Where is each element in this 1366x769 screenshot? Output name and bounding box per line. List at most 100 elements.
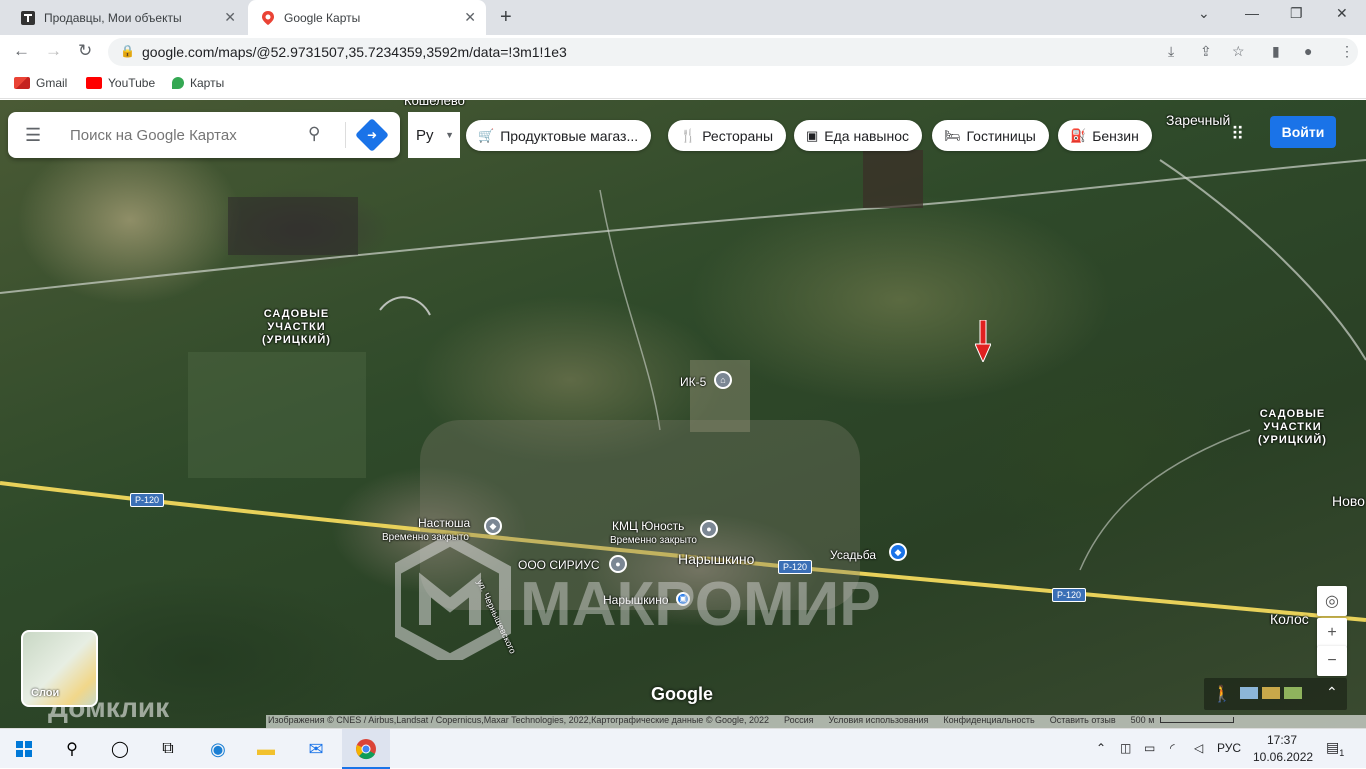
pegman-icon[interactable]: 🚶 xyxy=(1212,684,1232,704)
zoom-in-button[interactable]: + xyxy=(1317,618,1347,648)
chip-restaurants[interactable]: 🍴 Рестораны xyxy=(668,120,787,151)
bookmark-star-icon[interactable]: ☆ xyxy=(1232,43,1245,60)
attribution-bar: Изображения © CNES / Airbus,Landsat / Co… xyxy=(266,715,1366,728)
wifi-icon[interactable]: ◜ xyxy=(1170,741,1175,755)
login-button[interactable]: Войти xyxy=(1270,116,1336,148)
scale-line xyxy=(1160,717,1235,723)
search-box: ☰ ⚲ ➜ xyxy=(8,112,400,158)
imagery-thumb-icon[interactable] xyxy=(1284,687,1302,699)
scale-bar[interactable]: 500 м xyxy=(1131,715,1235,728)
hamburger-menu-icon[interactable]: ☰ xyxy=(25,125,41,146)
bookmark-youtube[interactable]: YouTube xyxy=(86,76,155,90)
zoom-out-button[interactable]: − xyxy=(1317,646,1347,676)
task-view-icon[interactable]: ⧉ xyxy=(156,737,180,761)
mail-icon[interactable]: ✉ xyxy=(304,737,328,761)
divider xyxy=(345,122,346,148)
country-link[interactable]: Россия xyxy=(784,715,814,728)
tab-google-maps[interactable]: Google Карты ✕ xyxy=(248,0,486,35)
chip-label: Гостиницы xyxy=(966,127,1036,144)
clock-date: 10.06.2022 xyxy=(1253,750,1314,764)
expand-icon[interactable]: ⌃ xyxy=(1326,684,1338,701)
battery-icon[interactable]: ▭ xyxy=(1144,741,1155,755)
chip-label: Продуктовые магаз... xyxy=(500,127,639,144)
bed-icon: 🛏 xyxy=(944,127,961,143)
kolos-label: Колос xyxy=(1270,611,1309,627)
chip-fuel[interactable]: ⛽ Бензин xyxy=(1058,120,1152,151)
maximize-button[interactable]: ❐ xyxy=(1290,5,1303,22)
notification-count: 1 xyxy=(1339,747,1345,758)
shop-pin-icon[interactable]: ◆ xyxy=(484,517,502,535)
nastyusha-label: Настюша xyxy=(418,516,471,530)
streetview-panel: 🚶 ⌃ xyxy=(1204,678,1347,710)
google-logo: Google xyxy=(651,684,713,704)
profile-avatar-icon[interactable]: ● xyxy=(1304,43,1312,59)
feedback-link[interactable]: Оставить отзыв xyxy=(1050,715,1116,728)
maps-icon xyxy=(172,77,184,89)
volume-icon[interactable]: ◁ xyxy=(1194,741,1203,755)
cortana-icon[interactable]: ◯ xyxy=(108,737,132,761)
satellite-map[interactable]: САДОВЫЕ УЧАСТКИ (УРИЦКИЙ) САДОВЫЕ УЧАСТКИ (У… xyxy=(0,100,1366,728)
lock-icon[interactable]: 🔒 xyxy=(120,44,135,58)
tab-search-icon[interactable]: ⌄ xyxy=(1198,5,1210,22)
bookmark-label: Gmail xyxy=(36,76,68,90)
meet-now-icon[interactable]: ◫ xyxy=(1120,741,1131,755)
close-window-button[interactable]: ✕ xyxy=(1336,5,1348,22)
notifications-icon[interactable]: ▤1 xyxy=(1326,739,1344,758)
place-pin-icon[interactable]: ● xyxy=(700,520,718,538)
side-panel-icon[interactable]: ▮ xyxy=(1272,43,1280,60)
google-apps-icon[interactable]: ⠿ xyxy=(1231,124,1244,145)
landmark-pin-icon[interactable]: ⌂ xyxy=(714,371,732,389)
windows-start-icon[interactable] xyxy=(12,737,36,761)
bookmark-gmail[interactable]: Gmail xyxy=(14,76,67,90)
reload-button[interactable]: ↻ xyxy=(78,41,92,61)
clock-time: 17:37 xyxy=(1266,733,1298,747)
site-favicon-icon xyxy=(20,10,36,26)
edge-icon[interactable]: ◉ xyxy=(206,737,230,761)
tab-title: Google Карты xyxy=(284,10,361,25)
search-icon[interactable]: ⚲ xyxy=(308,124,320,144)
chrome-icon[interactable] xyxy=(354,737,378,761)
layers-button[interactable]: Слои xyxy=(21,630,98,707)
language-select[interactable]: Ру ▼ xyxy=(408,112,460,158)
scale-label: 500 м xyxy=(1130,715,1155,725)
zarechny-label: Заречный xyxy=(1166,112,1231,128)
close-tab-icon[interactable]: ✕ xyxy=(224,9,236,26)
maps-favicon-icon xyxy=(260,10,276,26)
directions-icon[interactable]: ➜ xyxy=(355,118,389,152)
road-shield: Р-120 xyxy=(130,493,165,507)
search-input[interactable] xyxy=(70,122,300,148)
new-tab-button[interactable]: + xyxy=(500,6,512,29)
file-explorer-icon[interactable]: ▬ xyxy=(254,737,278,761)
menu-dots-icon[interactable]: ⋮ xyxy=(1340,43,1354,60)
my-location-button[interactable]: ◎ xyxy=(1317,586,1347,616)
chip-hotels[interactable]: 🛏 Гостиницы xyxy=(932,120,1049,151)
koshelevo-label: Кошелёво xyxy=(404,100,465,108)
back-button[interactable]: ← xyxy=(13,41,30,61)
clock[interactable]: 17:37 10.06.2022 xyxy=(1253,732,1314,766)
novo-label: Ново xyxy=(1332,493,1365,509)
layers-label: Слои xyxy=(31,687,60,699)
terms-link[interactable]: Условия использования xyxy=(829,715,929,728)
input-language[interactable]: РУС xyxy=(1217,741,1241,755)
minimize-button[interactable]: — xyxy=(1245,5,1259,21)
share-icon[interactable]: ⇪ xyxy=(1200,43,1212,60)
gmail-icon xyxy=(14,77,30,89)
close-tab-icon[interactable]: ✕ xyxy=(464,9,476,26)
chip-groceries[interactable]: 🛒 Продуктовые магаз... xyxy=(466,120,652,151)
forward-button[interactable]: → xyxy=(45,41,62,61)
bookmark-maps[interactable]: Карты xyxy=(172,76,224,90)
ik5-label: ИК-5 xyxy=(680,375,707,389)
bookmark-label: YouTube xyxy=(108,76,156,90)
imagery-thumb-icon[interactable] xyxy=(1262,687,1280,699)
tab-sellers[interactable]: Продавцы, Мои объекты ✕ xyxy=(8,0,246,35)
search-icon[interactable]: ⚲ xyxy=(60,737,84,761)
browser-tab-strip: Продавцы, Мои объекты ✕ Google Карты ✕ +… xyxy=(0,0,1366,35)
watermark-text: МАКРОМИР xyxy=(520,570,881,639)
chip-takeout[interactable]: ▣ Еда навынос xyxy=(794,120,923,151)
road-shield: Р-120 xyxy=(1052,588,1087,602)
privacy-link[interactable]: Конфиденциальность xyxy=(943,715,1034,728)
tray-chevron-icon[interactable]: ⌃ xyxy=(1096,741,1106,755)
install-icon[interactable]: ⤓ xyxy=(1168,43,1174,60)
kmc-label: КМЦ Юность xyxy=(612,519,685,533)
imagery-thumb-icon[interactable] xyxy=(1240,687,1258,699)
